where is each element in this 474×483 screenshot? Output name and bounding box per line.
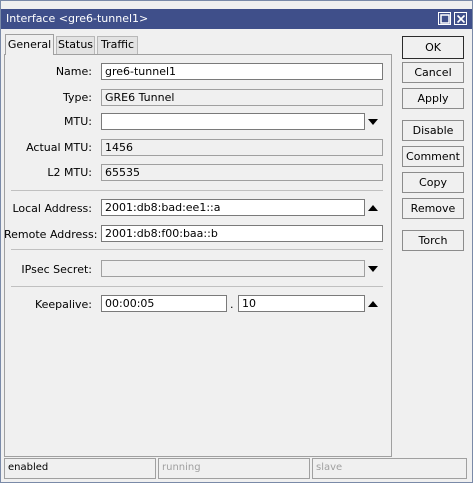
title-bar[interactable]: Interface <gre6-tunnel1> bbox=[1, 9, 472, 29]
tab-traffic[interactable]: Traffic bbox=[97, 36, 138, 54]
remote-address-input[interactable]: 2001:db8:f00:baa::b bbox=[101, 225, 383, 242]
status-running: running bbox=[158, 458, 310, 479]
tab-status[interactable]: Status bbox=[56, 36, 95, 54]
actual-mtu-field: 1456 bbox=[101, 139, 383, 156]
name-input[interactable]: gre6-tunnel1 bbox=[101, 63, 383, 80]
collapse-arrow-icon[interactable] bbox=[367, 203, 379, 213]
local-address-input[interactable]: 2001:db8:bad:ee1::a bbox=[101, 199, 365, 216]
apply-button[interactable]: Apply bbox=[402, 88, 464, 109]
status-slave: slave bbox=[312, 458, 467, 479]
separator bbox=[11, 286, 383, 287]
separator bbox=[11, 249, 383, 250]
separator bbox=[11, 190, 383, 191]
ipsec-dropdown-arrow-icon[interactable] bbox=[367, 264, 379, 274]
keepalive-label: Keepalive: bbox=[34, 298, 92, 311]
keepalive-retries-input[interactable]: 10 bbox=[238, 295, 365, 312]
type-field: GRE6 Tunnel bbox=[101, 89, 383, 106]
mtu-label: MTU: bbox=[64, 115, 92, 128]
remote-address-label: Remote Address: bbox=[4, 228, 98, 241]
interface-window: Interface <gre6-tunnel1> General Status … bbox=[0, 0, 473, 483]
mtu-dropdown-arrow-icon[interactable] bbox=[367, 117, 379, 127]
ipsec-secret-input[interactable] bbox=[101, 260, 365, 277]
keepalive-collapse-arrow-icon[interactable] bbox=[367, 299, 379, 309]
ipsec-secret-label: IPsec Secret: bbox=[21, 263, 92, 276]
l2-mtu-label: L2 MTU: bbox=[47, 166, 92, 179]
disable-button[interactable]: Disable bbox=[402, 120, 464, 141]
actual-mtu-label: Actual MTU: bbox=[26, 141, 92, 154]
type-label: Type: bbox=[63, 91, 92, 104]
close-icon[interactable] bbox=[454, 12, 467, 25]
l2-mtu-field: 65535 bbox=[101, 164, 383, 181]
torch-button[interactable]: Torch bbox=[402, 230, 464, 251]
keepalive-separator: . bbox=[230, 298, 234, 311]
name-label: Name: bbox=[55, 65, 92, 78]
status-enabled: enabled bbox=[4, 458, 156, 479]
ok-button[interactable]: OK bbox=[402, 36, 464, 59]
local-address-label: Local Address: bbox=[12, 202, 92, 215]
tab-general[interactable]: General bbox=[5, 34, 54, 55]
window-title: Interface <gre6-tunnel1> bbox=[6, 12, 149, 25]
remove-button[interactable]: Remove bbox=[402, 198, 464, 219]
comment-button[interactable]: Comment bbox=[402, 146, 464, 167]
copy-button[interactable]: Copy bbox=[402, 172, 464, 193]
cancel-button[interactable]: Cancel bbox=[402, 62, 464, 83]
keepalive-interval-input[interactable]: 00:00:05 bbox=[101, 295, 227, 312]
mtu-input[interactable] bbox=[101, 113, 365, 130]
restore-icon[interactable] bbox=[438, 12, 451, 25]
